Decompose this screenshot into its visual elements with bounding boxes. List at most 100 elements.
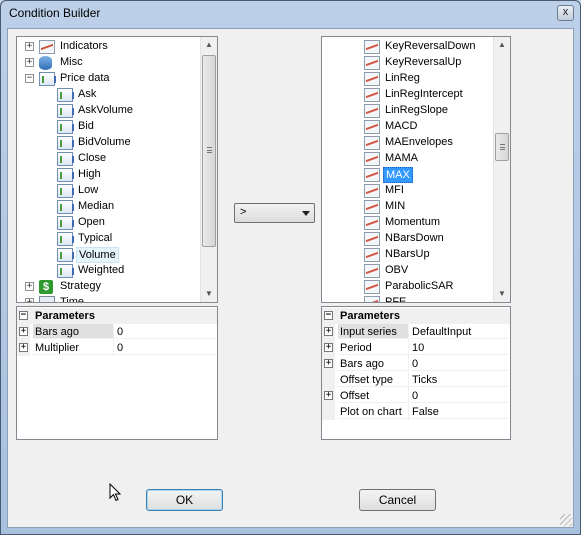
scroll-down-arrow-icon[interactable]: ▼ (494, 286, 510, 302)
parameter-row[interactable]: + Offset 0 (322, 388, 510, 404)
left-tree-scrollbar[interactable]: ▲ ▼ (200, 37, 217, 302)
indicator-line-icon (39, 40, 55, 54)
tree-item[interactable]: Typical (17, 231, 202, 247)
cancel-button[interactable]: Cancel (359, 489, 436, 511)
tree-item[interactable]: MIN (322, 199, 492, 215)
parameter-value[interactable]: 0 (115, 324, 215, 339)
tree-item[interactable]: LinRegIntercept (322, 87, 492, 103)
tree-item[interactable]: + Misc (17, 55, 202, 71)
collapse-icon[interactable]: − (19, 311, 28, 320)
tree-item[interactable]: Bid (17, 119, 202, 135)
parameter-value[interactable]: DefaultInput (410, 324, 508, 339)
column-divider[interactable] (408, 372, 409, 388)
parameter-value[interactable]: 0 (410, 388, 508, 403)
parameter-row[interactable]: + Multiplier 0 (17, 340, 217, 356)
column-divider[interactable] (113, 340, 114, 356)
parameter-value[interactable]: 10 (410, 340, 508, 355)
column-divider[interactable] (408, 356, 409, 372)
scroll-up-arrow-icon[interactable]: ▲ (201, 37, 217, 53)
tree-item[interactable]: NBarsUp (322, 247, 492, 263)
right-input-tree[interactable]: KeyReversalDown KeyReversalUp LinReg LinReg… (321, 36, 511, 303)
tree-item[interactable]: + $ Strategy (17, 279, 202, 295)
bar-chart-icon (57, 136, 74, 150)
tree-item-label: Typical (78, 232, 113, 244)
expand-icon[interactable]: + (25, 298, 34, 302)
indicator-line-icon (364, 72, 380, 86)
column-divider[interactable] (113, 324, 114, 340)
tree-item[interactable]: Ask (17, 87, 202, 103)
expand-icon[interactable]: + (25, 58, 34, 67)
tree-item[interactable]: MAMA (322, 151, 492, 167)
parameter-value[interactable]: 0 (115, 340, 215, 355)
parameters-header[interactable]: − Parameters (17, 308, 217, 324)
tree-item[interactable]: + Indicators (17, 39, 202, 55)
scroll-up-arrow-icon[interactable]: ▲ (494, 37, 510, 53)
expand-icon[interactable]: + (25, 42, 34, 51)
tree-item[interactable]: Momentum (322, 215, 492, 231)
tree-item[interactable]: AskVolume (17, 103, 202, 119)
close-button[interactable]: x (557, 5, 574, 21)
collapse-icon[interactable]: − (324, 311, 333, 320)
expand-icon[interactable]: + (19, 343, 28, 352)
tree-item[interactable]: + Time (17, 295, 202, 302)
expand-icon[interactable]: + (324, 359, 333, 368)
strategy-icon: $ (39, 280, 53, 294)
expand-icon[interactable]: + (324, 343, 333, 352)
tree-item[interactable]: − Price data (17, 71, 202, 87)
title-bar[interactable]: Condition Builder x (1, 1, 580, 27)
parameter-row[interactable]: + Period 10 (322, 340, 510, 356)
column-divider[interactable] (408, 340, 409, 356)
tree-item[interactable]: KeyReversalDown (322, 39, 492, 55)
parameter-row[interactable]: Plot on chart False (322, 404, 510, 420)
tree-item[interactable]: ParabolicSAR (322, 279, 492, 295)
tree-item[interactable]: LinReg (322, 71, 492, 87)
expand-icon[interactable]: + (324, 327, 333, 336)
left-parameters-grid[interactable]: − Parameters + Bars ago 0 + Multiplier 0 (16, 306, 218, 440)
column-divider[interactable] (408, 388, 409, 404)
column-divider[interactable] (408, 324, 409, 340)
tree-item[interactable]: KeyReversalUp (322, 55, 492, 71)
tree-item[interactable]: Low (17, 183, 202, 199)
tree-item[interactable]: Close (17, 151, 202, 167)
tree-item[interactable]: Median (17, 199, 202, 215)
scroll-thumb[interactable] (202, 55, 216, 247)
parameter-row[interactable]: + Bars ago 0 (322, 356, 510, 372)
tree-item[interactable]: BidVolume (17, 135, 202, 151)
parameter-value[interactable]: Ticks (410, 372, 508, 387)
column-divider[interactable] (408, 404, 409, 420)
tree-item[interactable]: MACD (322, 119, 492, 135)
tree-item[interactable]: OBV (322, 263, 492, 279)
tree-item[interactable]: Volume (17, 247, 202, 263)
left-input-tree[interactable]: + Indicators + Misc − Price data Ask AskVolume B… (16, 36, 218, 303)
tree-item-label: Ask (78, 88, 97, 100)
expand-icon[interactable]: + (25, 282, 34, 291)
tree-item[interactable]: MAEnvelopes (322, 135, 492, 151)
tree-item[interactable]: MFI (322, 183, 492, 199)
ok-button[interactable]: OK (146, 489, 223, 511)
scroll-thumb[interactable] (495, 133, 509, 161)
right-parameters-grid[interactable]: − Parameters + Input series DefaultInput + P… (321, 306, 511, 440)
expand-icon[interactable]: + (324, 391, 333, 400)
tree-item[interactable]: Open (17, 215, 202, 231)
right-tree-scrollbar[interactable]: ▲ ▼ (493, 37, 510, 302)
parameter-row[interactable]: + Bars ago 0 (17, 324, 217, 340)
indicator-line-icon (364, 104, 380, 118)
parameter-value[interactable]: 0 (410, 356, 508, 371)
scroll-down-arrow-icon[interactable]: ▼ (201, 286, 217, 302)
tree-item[interactable]: MAX (322, 167, 492, 183)
parameter-value[interactable]: False (410, 404, 508, 419)
tree-item[interactable]: LinRegSlope (322, 103, 492, 119)
bar-chart-icon (57, 88, 74, 102)
parameter-row[interactable]: Offset type Ticks (322, 372, 510, 388)
bar-chart-icon (57, 184, 74, 198)
operator-dropdown[interactable]: > (234, 203, 315, 223)
tree-item[interactable]: Weighted (17, 263, 202, 279)
expand-icon[interactable]: + (19, 327, 28, 336)
collapse-icon[interactable]: − (25, 74, 34, 83)
parameter-row[interactable]: + Input series DefaultInput (322, 324, 510, 340)
tree-item[interactable]: High (17, 167, 202, 183)
tree-item[interactable]: PFE (322, 295, 492, 302)
tree-item[interactable]: NBarsDown (322, 231, 492, 247)
resize-grip[interactable] (560, 514, 572, 526)
parameters-header[interactable]: − Parameters (322, 308, 510, 324)
